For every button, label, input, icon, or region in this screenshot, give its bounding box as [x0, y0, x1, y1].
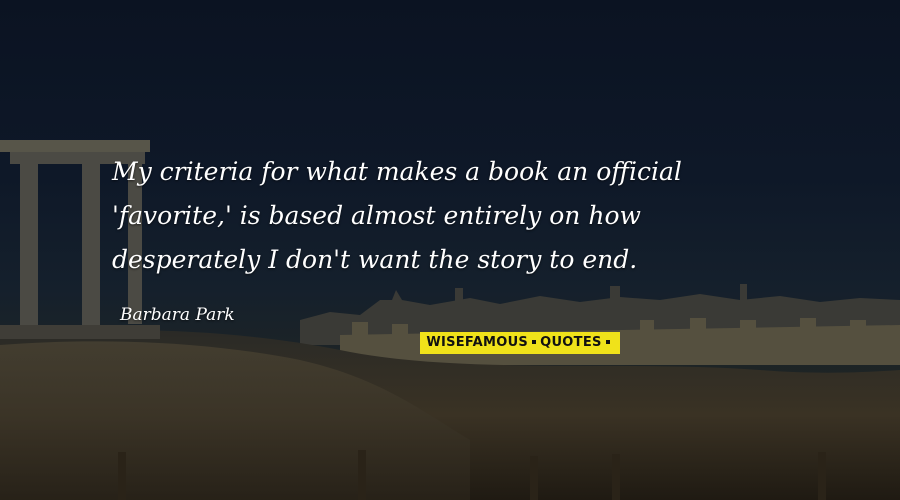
watermark-dot-icon [605, 339, 610, 344]
quote-author: Barbara Park [120, 305, 235, 325]
quote-line: 'favorite,' is based almost entirely on … [112, 201, 641, 230]
watermark-right: QUOTES [540, 335, 602, 350]
quote-image: My criteria for what makes a book an off… [0, 0, 900, 500]
quote-line: My criteria for what makes a book an off… [112, 157, 682, 186]
quote-line: desperately I don't want the story to en… [112, 245, 638, 274]
watermark-logo: WISEFAMOUS QUOTES [420, 332, 620, 354]
watermark-dot-icon [532, 339, 537, 344]
quote-text: My criteria for what makes a book an off… [112, 150, 812, 282]
watermark-left: WISEFAMOUS [426, 335, 529, 350]
